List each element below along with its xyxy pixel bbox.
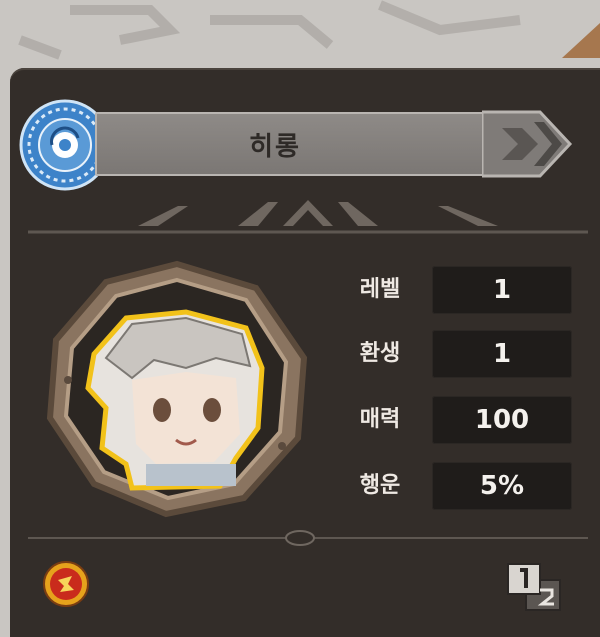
stat-value: 1	[432, 266, 572, 314]
character-name: 히롱	[249, 131, 301, 162]
stat-label: 행운	[359, 473, 401, 498]
page-toggle-icon[interactable]	[504, 560, 564, 612]
stat-row-level: 레벨 1	[340, 266, 572, 314]
stat-label: 레벨	[359, 277, 401, 302]
stat-value: 1	[432, 330, 572, 378]
stat-value: 100	[432, 396, 572, 444]
red-skill-badge-icon[interactable]	[42, 560, 90, 608]
ornament-divider	[28, 200, 588, 234]
background-pattern	[18, 0, 521, 60]
stat-row-rebirth: 환생 1	[340, 330, 572, 378]
stat-label: 매력	[359, 407, 401, 432]
stat-value: 5%	[432, 462, 572, 510]
stat-row-charm: 매력 100	[340, 396, 572, 444]
bottom-divider	[28, 530, 588, 546]
character-name-bar: 히롱	[95, 112, 515, 176]
stat-row-luck: 행운 5%	[340, 462, 572, 510]
stat-label: 환생	[359, 341, 401, 366]
name-bar-arrow-icon	[482, 110, 573, 178]
character-portrait	[46, 260, 308, 518]
corner-tab	[562, 23, 600, 58]
